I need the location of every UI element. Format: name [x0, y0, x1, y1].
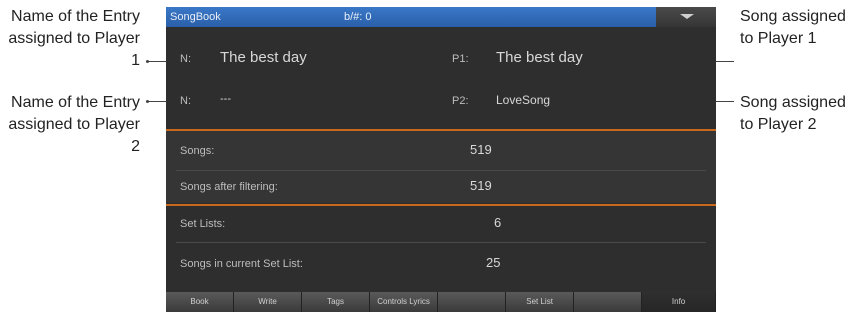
transpose-indicator: b/#: 0	[344, 11, 372, 23]
tab-empty	[574, 292, 643, 312]
page-menu-button[interactable]	[656, 7, 716, 27]
player1-row: N: The best day P1: The best day	[166, 49, 716, 71]
title-bar: SongBook b/#: 0	[166, 7, 716, 27]
tab-controls-lyrics[interactable]: Controls Lyrics	[370, 292, 439, 312]
songs-count-row: Songs: 519	[166, 142, 716, 162]
filtered-value: 519	[470, 178, 492, 193]
leader-line-entry-player1	[146, 60, 166, 63]
player2-label: P2:	[452, 95, 469, 107]
callout-song-player2: Song assigned to Player 2	[740, 94, 846, 133]
row-divider	[176, 242, 706, 243]
song-value-player2[interactable]: LoveSong	[496, 93, 550, 107]
leader-line-entry-player2	[146, 100, 166, 103]
current-setlist-label: Songs in current Set List:	[180, 258, 303, 270]
setlists-value: 6	[494, 215, 502, 230]
setlists-count-row: Set Lists: 6	[166, 215, 716, 235]
tab-book[interactable]: Book	[166, 292, 235, 312]
songbook-screen: SongBook b/#: 0 N: The best day P1: The …	[166, 7, 716, 312]
tab-write[interactable]: Write	[234, 292, 303, 312]
section-separator	[166, 204, 716, 206]
callout-entry-player1: Name of the Entry assigned to Player 1	[8, 8, 140, 69]
callout-entry-player2: Name of the Entry assigned to Player 2	[8, 94, 140, 155]
row-divider	[176, 170, 706, 171]
songs-label: Songs:	[180, 145, 215, 157]
entry-name-label: N:	[180, 95, 191, 107]
current-setlist-row: Songs in current Set List: 25	[166, 255, 716, 275]
tab-bar: Book Write Tags Controls Lyrics Set List…	[166, 292, 716, 312]
tab-info[interactable]: Info	[642, 292, 716, 312]
tab-tags[interactable]: Tags	[302, 292, 371, 312]
song-value-player1[interactable]: The best day	[496, 49, 583, 66]
callout-song-player1: Song assigned to Player 1	[740, 8, 846, 47]
entry-name-value-player1[interactable]: The best day	[220, 49, 307, 66]
menu-triangle-icon	[680, 14, 694, 19]
page-title: SongBook	[170, 11, 221, 23]
setlists-label: Set Lists:	[180, 218, 226, 230]
filtered-label: Songs after filtering:	[180, 181, 278, 193]
player2-row: N: --- P2: LoveSong	[166, 91, 716, 113]
entry-name-label: N:	[180, 53, 191, 65]
current-setlist-value: 25	[486, 255, 501, 270]
songs-value: 519	[470, 142, 492, 157]
tab-set-list[interactable]: Set List	[506, 292, 575, 312]
tab-empty	[438, 292, 507, 312]
player1-label: P1:	[452, 53, 469, 65]
filtered-count-row: Songs after filtering: 519	[166, 178, 716, 198]
entry-name-value-player2[interactable]: ---	[220, 93, 231, 105]
